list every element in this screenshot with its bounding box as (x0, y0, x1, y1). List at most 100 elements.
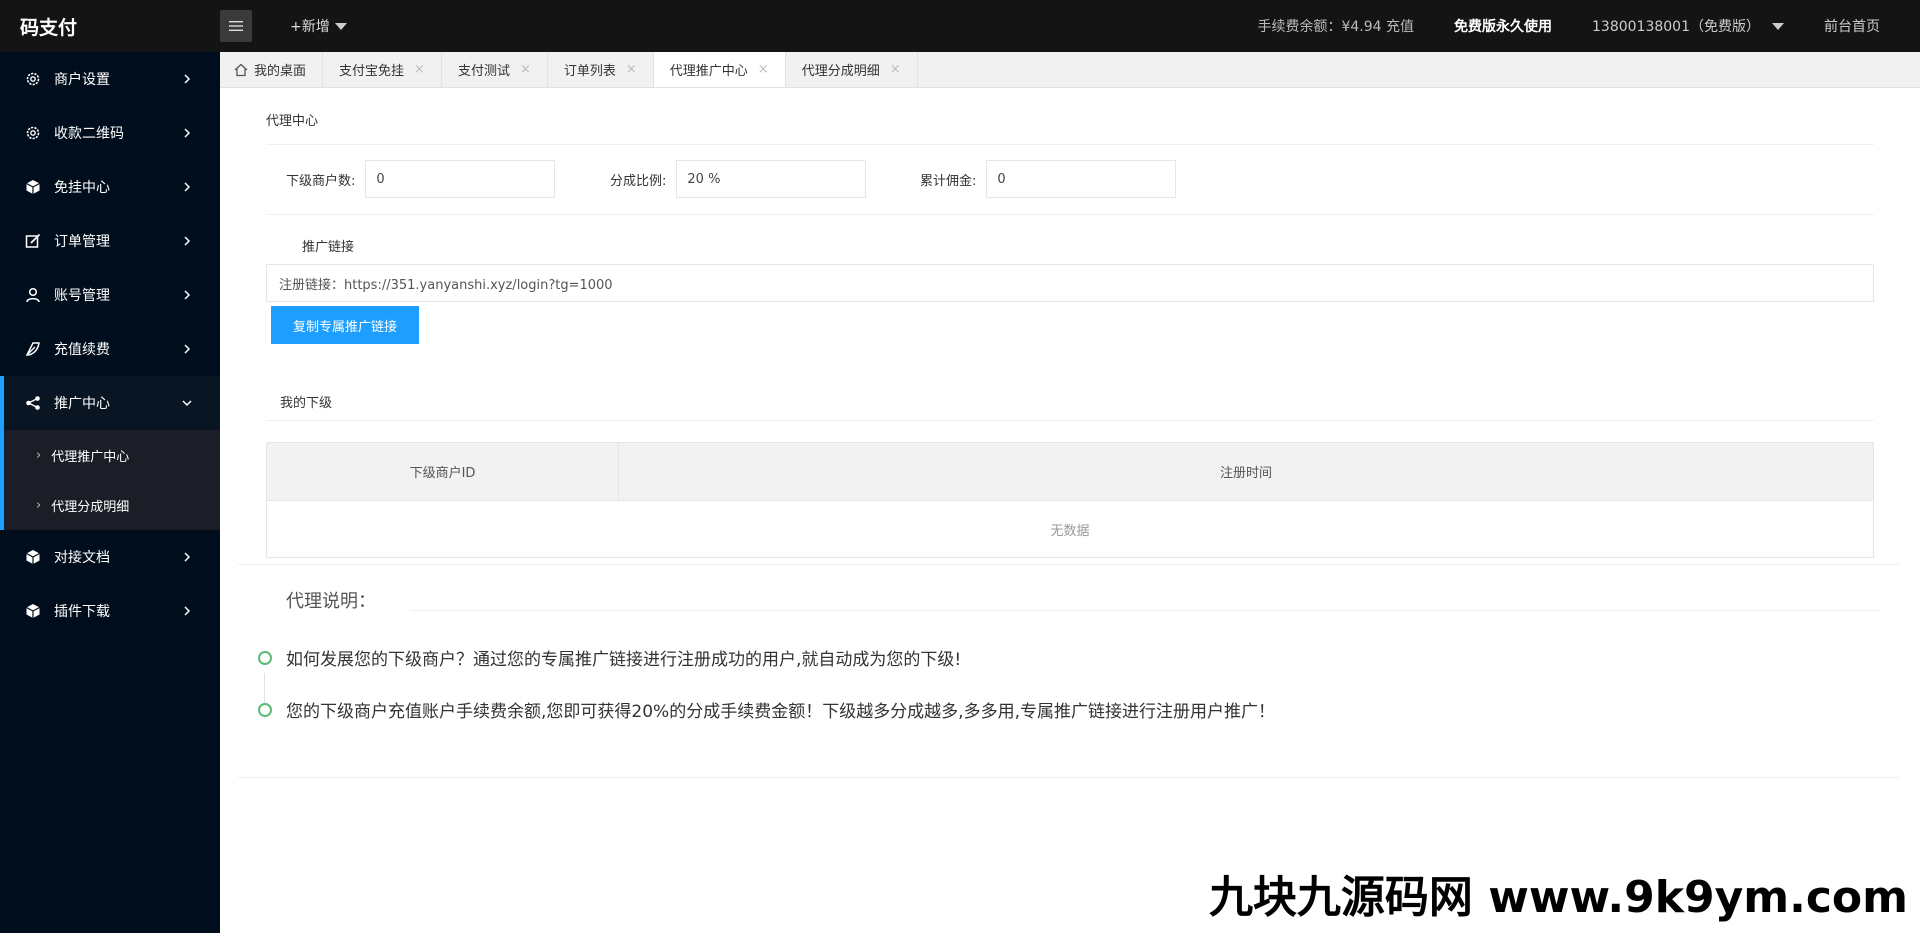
tab-alipay-free[interactable]: 支付宝免挂 × (323, 52, 442, 87)
tab-agent-center[interactable]: 代理推广中心 × (653, 52, 786, 87)
sidebar-item-label: 商户设置 (54, 72, 110, 88)
tab-agent-commission[interactable]: 代理分成明细 × (786, 52, 918, 87)
circle-icon (258, 702, 272, 717)
close-icon[interactable]: × (890, 62, 901, 77)
timeline-item: 如何发展您的下级商户？通过您的专属推广链接进行注册成功的用户,就自动成为您的下级… (258, 645, 961, 670)
header-right: 手续费余额：¥4.94 充值 免费版永久使用 13800138001（免费版） … (1257, 16, 1920, 36)
table-header: 下级商户ID 注册时间 (267, 443, 1873, 501)
copy-promo-link-button[interactable]: 复制专属推广链接 (271, 306, 419, 344)
close-icon[interactable]: × (626, 62, 637, 77)
stat-commission-rate: 分成比例: (610, 160, 867, 198)
menu-toggle-button[interactable] (220, 10, 252, 42)
stat-label: 下级商户数: (286, 173, 356, 189)
close-icon[interactable]: × (520, 62, 531, 77)
chevron-right-icon (184, 128, 191, 138)
stat-subordinate-count: 下级商户数: (286, 160, 556, 198)
sidebar-item-label: 对接文档 (54, 550, 110, 566)
caret-down-icon (1772, 22, 1784, 30)
gear-icon (24, 124, 42, 142)
sidebar-subitem-label: 代理推广中心 (51, 449, 130, 465)
tab-label: 支付测试 (457, 64, 510, 79)
tab-my-desktop[interactable]: 我的桌面 (220, 52, 324, 87)
divider (266, 144, 1874, 145)
cube-icon (24, 178, 42, 196)
sidebar-item-plugin-download[interactable]: 插件下载 (0, 584, 220, 638)
stat-total-commission: 累计佣金: (920, 160, 1177, 198)
tab-label: 支付宝免挂 (339, 64, 405, 79)
column-header-register-time[interactable]: 注册时间 (619, 443, 1873, 500)
chevron-right-icon (184, 606, 191, 616)
app-logo[interactable]: 码支付 (0, 0, 220, 52)
gear-icon (24, 70, 42, 88)
home-link[interactable]: 前台首页 (1824, 16, 1880, 36)
account-label: 13800138001（免费版） (1592, 19, 1760, 35)
sidebar-item-label: 账号管理 (54, 288, 110, 304)
column-header-merchant-id[interactable]: 下级商户ID (267, 443, 619, 500)
timeline-text: 如何发展您的下级商户？通过您的专属推广链接进行注册成功的用户,就自动成为您的下级… (286, 650, 962, 670)
sidebar-item-merchant-settings[interactable]: 商户设置 (0, 52, 220, 106)
tab-label: 代理分成明细 (801, 64, 880, 79)
tab-label: 代理推广中心 (669, 64, 748, 79)
sidebar-item-label: 免挂中心 (54, 180, 110, 196)
card-title: 代理中心 (266, 114, 319, 129)
tab-label: 订单列表 (563, 64, 616, 79)
home-icon (234, 63, 248, 76)
account-dropdown[interactable]: 13800138001（免费版） (1592, 16, 1784, 36)
chevron-down-icon (182, 400, 192, 407)
chevron-right-icon (184, 236, 191, 246)
total-commission-field[interactable] (986, 160, 1177, 198)
sidebar-item-free-hang[interactable]: 免挂中心 (0, 160, 220, 214)
sidebar-item-api-docs[interactable]: 对接文档 (0, 530, 220, 584)
cube-icon (24, 548, 42, 566)
table-empty-state: 无数据 (1050, 523, 1090, 539)
sidebar-item-qrcode[interactable]: 收款二维码 (0, 106, 220, 160)
fee-balance-link[interactable]: 手续费余额：¥4.94 充值 (1257, 16, 1414, 36)
close-icon[interactable]: × (758, 62, 769, 77)
sidebar-item-recharge[interactable]: 充值续费 (0, 322, 220, 376)
cube-icon (24, 602, 42, 620)
legend-line (410, 610, 1880, 611)
timeline-item: 您的下级商户充值账户手续费余额,您即可获得20%的分成手续费金额！下级越多分成越… (258, 697, 1275, 722)
sidebar-item-orders[interactable]: 订单管理 (0, 214, 220, 268)
sidebar-item-accounts[interactable]: 账号管理 (0, 268, 220, 322)
stat-label: 分成比例: (610, 173, 667, 189)
sidebar-item-promotion[interactable]: 推广中心 (0, 376, 220, 430)
stat-label: 累计佣金: (920, 173, 977, 189)
divider (266, 420, 1874, 421)
commission-rate-field[interactable] (676, 160, 867, 198)
tab-label: 我的桌面 (254, 64, 307, 79)
chevron-right-icon: › (36, 497, 42, 513)
subordinates-table: 下级商户ID 注册时间 无数据 (266, 442, 1874, 558)
promo-link-box[interactable]: 注册链接：https://351.yanyanshi.xyz/login?tg=… (266, 264, 1874, 302)
watermark: 九块九源码网 www.9k9ym.com (1208, 872, 1908, 923)
chevron-right-icon (184, 552, 191, 562)
explanation-legend: 代理说明： (274, 587, 386, 613)
new-dropdown-button[interactable]: +新增 (290, 16, 347, 36)
timeline-text: 您的下级商户充值账户手续费余额,您即可获得20%的分成手续费金额！下级越多分成越… (286, 702, 1275, 722)
sidebar-subitem-agent-center[interactable]: › 代理推广中心 (0, 430, 220, 480)
sidebar-subitem-label: 代理分成明细 (51, 499, 130, 515)
chevron-right-icon: › (36, 447, 42, 463)
sidebar-item-label: 充值续费 (54, 342, 110, 358)
subordinate-count-field[interactable] (365, 160, 556, 198)
leaf-icon (24, 340, 42, 358)
new-label: +新增 (290, 19, 330, 35)
tab-payment-test[interactable]: 支付测试 × (442, 52, 548, 87)
top-header: 码支付 +新增 手续费余额：¥4.94 充值 免费版永久使用 138001380… (0, 0, 1920, 52)
agent-explanation: 代理说明： 如何发展您的下级商户？通过您的专属推广链接进行注册成功的用户,就自动… (238, 564, 1900, 778)
hamburger-icon (229, 21, 243, 31)
free-version-label[interactable]: 免费版永久使用 (1454, 16, 1552, 36)
tab-order-list[interactable]: 订单列表 × (548, 52, 654, 87)
chevron-right-icon (184, 344, 191, 354)
caret-down-icon (334, 22, 347, 30)
main-content: 代理中心 下级商户数: 分成比例: 累计佣金: 推广链接 注册链接：https:… (220, 88, 1920, 933)
promo-link-text: 注册链接：https://351.yanyanshi.xyz/login?tg=… (279, 277, 613, 293)
close-icon[interactable]: × (414, 62, 425, 77)
stats-row: 下级商户数: 分成比例: 累计佣金: (220, 160, 1920, 200)
chevron-right-icon (184, 182, 191, 192)
share-icon (24, 394, 42, 412)
sidebar-subitem-agent-commission[interactable]: › 代理分成明细 (0, 480, 220, 530)
promotion-submenu: › 代理推广中心 › 代理分成明细 (0, 430, 220, 530)
sidebar-item-label: 推广中心 (54, 396, 110, 412)
sidebar-item-label: 订单管理 (54, 234, 110, 250)
